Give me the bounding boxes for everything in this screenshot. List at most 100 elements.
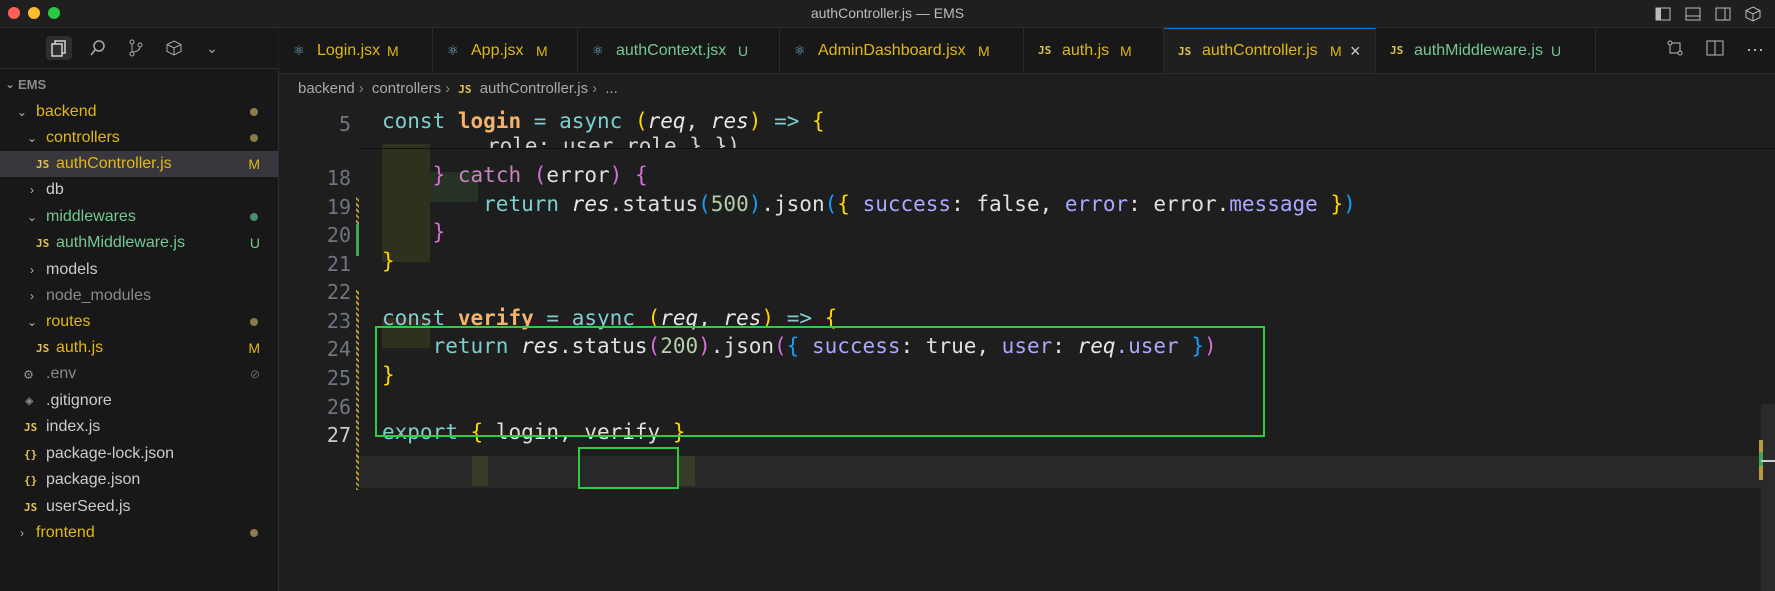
extensions-cube-icon[interactable]	[1743, 4, 1763, 24]
tree-folder-frontend[interactable]: › frontend	[0, 520, 278, 546]
code-editor[interactable]: 5 18 19 20 21 22 23 24 25 26 27 const lo…	[279, 104, 1775, 591]
json-icon: {}	[24, 447, 38, 461]
chevron-right-icon: ›	[30, 183, 34, 197]
tab-admindashboard[interactable]: ⚛ AdminDashboard.jsx M	[780, 28, 1024, 73]
tree-folder-node-modules[interactable]: › node_modules	[0, 283, 278, 309]
sticky-scroll-shadow	[359, 148, 1775, 149]
react-icon: ⚛	[592, 42, 604, 58]
modified-gutter-marker	[356, 290, 359, 490]
react-icon: ⚛	[293, 42, 305, 58]
toggle-secondary-sidebar-icon[interactable]	[1713, 4, 1733, 24]
bracket-highlight	[472, 456, 488, 486]
breadcrumb-item[interactable]: backend	[298, 80, 355, 97]
status-badge: M	[248, 340, 260, 356]
tab-authcontext[interactable]: ⚛ authContext.jsx U	[578, 28, 780, 73]
js-file-icon: JS	[36, 157, 50, 171]
extensions-icon[interactable]	[161, 36, 187, 60]
modified-dot	[250, 108, 258, 116]
current-line-highlight	[359, 456, 1775, 488]
line-number: 25	[326, 366, 351, 390]
js-file-icon: JS	[24, 500, 38, 514]
breadcrumb-item[interactable]: controllers	[372, 80, 441, 97]
tab-app[interactable]: ⚛ App.jsx M	[433, 28, 578, 73]
explorer-icon[interactable]	[46, 36, 72, 60]
explorer-root[interactable]: ⌄ EMS	[0, 73, 278, 95]
gear-icon: ⚙	[24, 365, 34, 383]
code-line: return res.status(500).json({ success: f…	[483, 192, 1356, 216]
tree-file-env[interactable]: ⚙ .env ⊘	[0, 361, 278, 387]
tab-login[interactable]: ⚛ Login.jsx M	[279, 28, 433, 73]
modified-dot	[250, 134, 258, 142]
explorer-sidebar: ⌄ EMS ⌄ backend ⌄ controllers JS authCon…	[0, 69, 279, 591]
open-changes-icon[interactable]	[1666, 39, 1684, 62]
tree-folder-controllers[interactable]: ⌄ controllers	[0, 125, 278, 151]
js-file-icon: JS	[36, 341, 50, 355]
tab-actions: ⋯	[1655, 28, 1775, 73]
tab-auth[interactable]: JS auth.js M	[1024, 28, 1164, 73]
close-tab-icon[interactable]: ×	[1350, 41, 1361, 62]
line-number: 21	[326, 252, 351, 276]
tree-file-userseed[interactable]: JS userSeed.js	[0, 494, 278, 520]
bracket-highlight	[679, 456, 695, 486]
toggle-sidebar-icon[interactable]	[1653, 4, 1673, 24]
tree-folder-db[interactable]: › db	[0, 177, 278, 203]
code-line: const login = async (req, res) => {	[382, 109, 825, 133]
chevron-right-icon: ›	[30, 289, 34, 303]
line-number: 27	[326, 423, 351, 447]
chevron-down-icon: ⌄	[26, 210, 38, 224]
line-number: 5	[338, 112, 351, 136]
window-title: authController.js — EMS	[810, 5, 965, 21]
chevron-down-icon: ⌄	[4, 77, 16, 91]
chevron-right-icon: ›	[30, 263, 34, 277]
untracked-dot	[250, 213, 258, 221]
json-icon: {}	[24, 473, 38, 487]
breadcrumb-item[interactable]: authController.js	[480, 80, 588, 97]
tab-authcontroller[interactable]: JS authController.js M ×	[1164, 28, 1376, 73]
more-actions-icon[interactable]: ⋯	[1746, 40, 1764, 61]
vertical-scrollbar[interactable]	[1761, 404, 1775, 591]
chevron-down-icon: ⌄	[16, 105, 28, 119]
split-editor-icon[interactable]	[1706, 40, 1724, 61]
modified-dot	[250, 318, 258, 326]
tree-file-package-lock[interactable]: {} package-lock.json	[0, 441, 278, 467]
tree-file-authcontroller[interactable]: JS authController.js M	[0, 151, 278, 177]
js-icon: JS	[1390, 44, 1404, 57]
tree-file-authmiddleware[interactable]: JS authMiddleware.js U	[0, 230, 278, 256]
status-badge: U	[249, 235, 260, 251]
tree-file-gitignore[interactable]: ◈ .gitignore	[0, 388, 278, 414]
tree-file-index[interactable]: JS index.js	[0, 414, 278, 440]
tree-folder-routes[interactable]: ⌄ routes	[0, 309, 278, 335]
tab-authmiddleware[interactable]: JS authMiddleware.js U	[1376, 28, 1596, 73]
tree-folder-middlewares[interactable]: ⌄ middlewares	[0, 204, 278, 230]
tree-folder-backend[interactable]: ⌄ backend	[0, 99, 278, 125]
line-number: 23	[326, 309, 351, 333]
line-number: 19	[326, 195, 351, 219]
highlight-box-verify-function	[375, 326, 1265, 437]
line-number: 24	[326, 337, 351, 361]
js-icon: JS	[1178, 44, 1192, 58]
code-line: } catch (error) {	[432, 163, 648, 187]
code-line: }	[432, 220, 446, 244]
breadcrumb: backend › controllers › JS authController.…	[298, 80, 618, 97]
tree-file-auth[interactable]: JS auth.js M	[0, 335, 278, 361]
toggle-panel-icon[interactable]	[1683, 4, 1703, 24]
tree-folder-models[interactable]: › models	[0, 257, 278, 283]
chevron-down-icon[interactable]: ⌄	[199, 36, 225, 60]
js-icon: JS	[1038, 44, 1052, 57]
source-control-icon[interactable]	[123, 36, 149, 60]
breadcrumb-item[interactable]: ...	[605, 80, 618, 97]
minimap-added-marker	[1759, 452, 1763, 466]
git-icon: ◈	[25, 393, 34, 409]
chevron-right-icon: ›	[20, 526, 24, 540]
js-icon: JS	[458, 83, 472, 96]
cursor-position-marker	[1761, 460, 1775, 462]
chevron-down-icon: ⌄	[26, 315, 38, 329]
search-icon[interactable]	[85, 36, 111, 60]
line-number: 26	[326, 395, 351, 419]
react-icon: ⚛	[447, 42, 459, 58]
line-number: 18	[326, 166, 351, 190]
line-number: 20	[326, 223, 351, 247]
code-line: }	[382, 249, 395, 273]
tree-file-package[interactable]: {} package.json	[0, 467, 278, 493]
added-gutter-marker	[356, 224, 359, 256]
